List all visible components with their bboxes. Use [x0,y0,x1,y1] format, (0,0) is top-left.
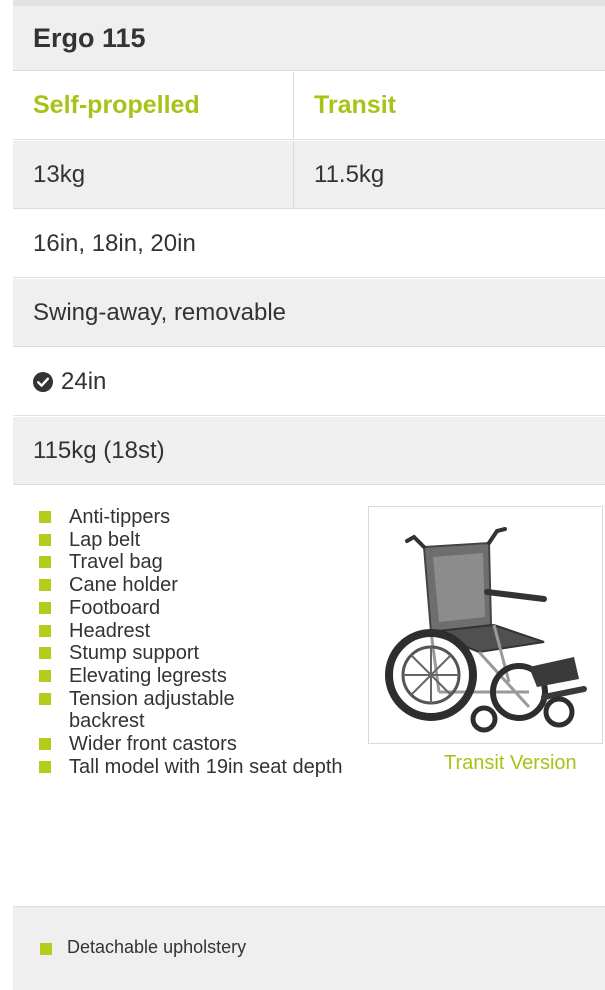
bullet-square-icon [39,624,51,637]
overall-width-row: 24in [13,348,605,416]
max-user-weight-row: 115kg (18st) [13,417,605,485]
wheelchair-image [385,527,587,733]
overall-width-value: 24in [61,367,107,395]
armrests-row: Swing-away, removable [13,279,605,347]
bullet-square-icon [39,579,51,592]
features-list: Anti-tippers Lap belt Travel bag Cane ho… [39,506,379,778]
column-header-self-propelled: Self-propelled [13,72,294,139]
max-user-weight-value: 115kg (18st) [33,436,165,464]
bullet-square-icon [39,647,51,660]
seat-widths-row: 16in, 18in, 20in [13,210,605,278]
product-image [368,506,603,744]
bullet-square-icon [39,669,51,682]
feature-label: Tall model with 19in seat depth [69,755,343,778]
feature-label: Wider front castors [69,733,237,756]
list-item: Anti-tippers [39,506,379,529]
product-title: Ergo 115 [33,22,146,53]
list-item: Tall model with 19in seat depth [39,756,379,779]
feature-label: Stump support [69,642,200,665]
bullet-square-icon [39,692,51,705]
bullet-square-icon [39,533,51,546]
list-item: Footboard [39,597,379,620]
armrests-value: Swing-away, removable [33,298,286,326]
column-label-transit: Transit [314,91,396,119]
list-item: Headrest [39,620,379,643]
check-circle-icon [33,371,53,392]
extra-item-label: Detachable upholstery [67,937,247,957]
list-item: Stump support [39,642,379,665]
feature-label: Lap belt [69,528,141,551]
feature-label: Elevating legrests [69,664,227,687]
weight-self-propelled: 13kg [33,160,86,188]
feature-label: Tension adjustable backrest [69,687,235,733]
title-row: Ergo 115 [13,6,605,71]
seat-widths-value: 16in, 18in, 20in [33,229,196,257]
column-header-row: Self-propelled Transit [13,72,605,140]
column-header-transit: Transit [294,72,605,139]
bullet-square-icon [39,556,51,569]
image-caption: Transit Version [444,752,577,774]
extras-row: Detachable upholstery [13,906,605,990]
feature-label: Anti-tippers [69,506,171,528]
list-item: Tension adjustable backrest [39,688,299,733]
list-item: Cane holder [39,574,379,597]
feature-label: Travel bag [69,551,163,574]
list-item: Wider front castors [39,733,379,756]
column-label-self-propelled: Self-propelled [33,91,200,119]
feature-label: Cane holder [69,574,178,597]
list-item: Lap belt [39,529,379,552]
bullet-square-icon [40,943,52,955]
list-item: Elevating legrests [39,665,379,688]
list-item: Travel bag [39,551,379,574]
product-spec-card: Ergo 115 Self-propelled Transit 13kg 11.… [0,0,605,990]
weight-transit-cell: 11.5kg [294,141,605,208]
bullet-square-icon [39,738,51,751]
weight-transit: 11.5kg [314,160,385,188]
feature-label: Footboard [69,596,161,619]
weight-self-propelled-cell: 13kg [13,141,294,208]
weight-row: 13kg 11.5kg [13,141,605,209]
feature-label: Headrest [69,619,151,642]
bullet-square-icon [39,760,51,773]
bullet-square-icon [39,601,51,614]
bullet-square-icon [39,511,51,523]
